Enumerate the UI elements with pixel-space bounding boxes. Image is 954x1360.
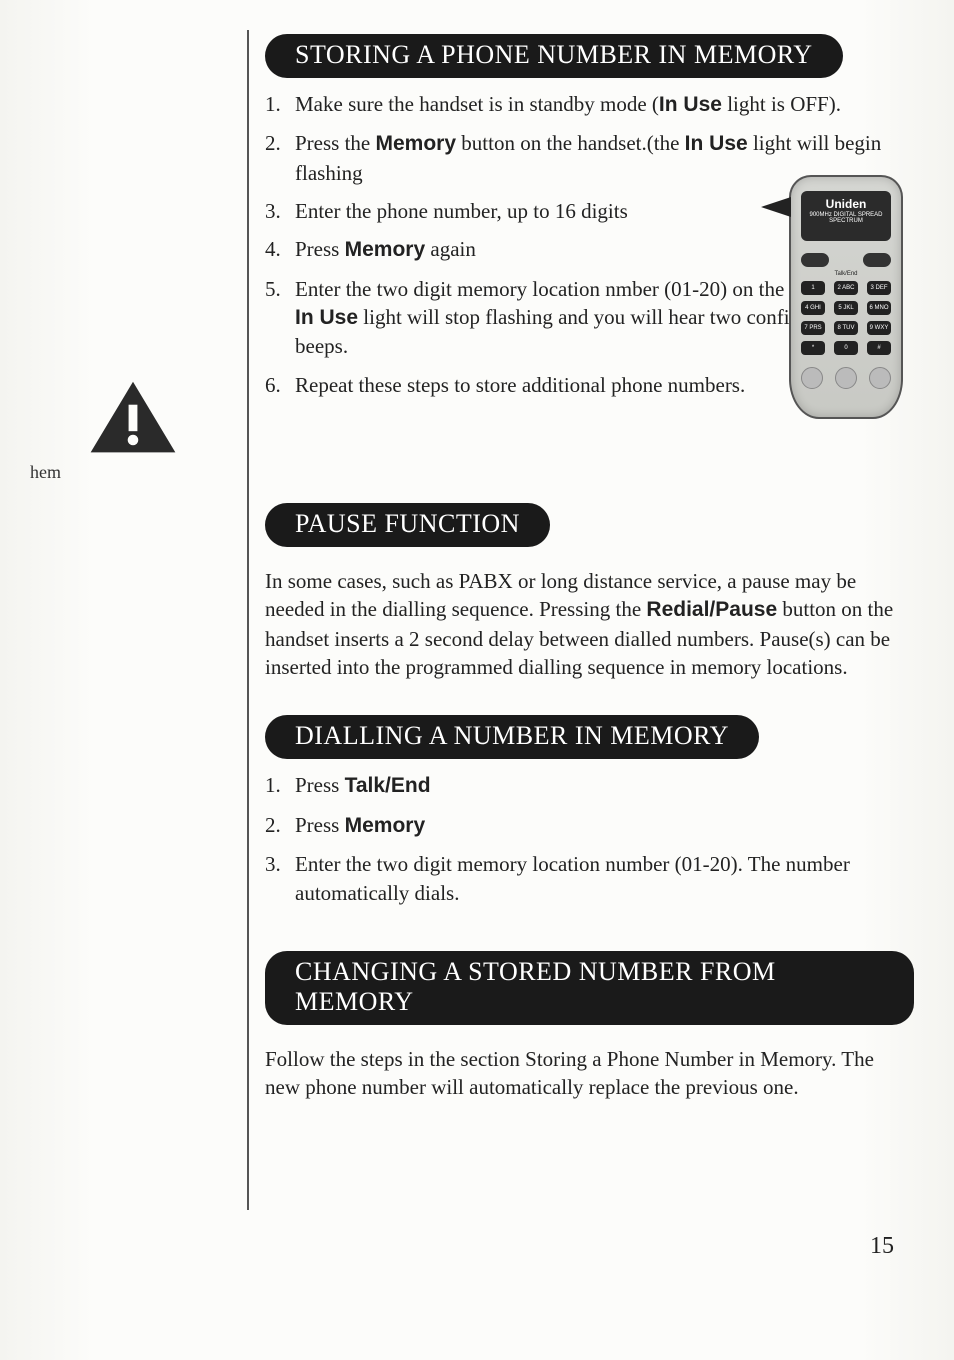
handset-illustration: Uniden 900MHz DIGITAL SPREAD SPECTRUM Ta…: [789, 175, 924, 425]
manual-page: hem STORING A PHONE NUMBER IN MEMORY 1.M…: [0, 0, 954, 1360]
item-text: Press Talk/End: [295, 771, 914, 800]
item-number: 6.: [265, 371, 295, 399]
main-column: STORING A PHONE NUMBER IN MEMORY 1.Make …: [261, 30, 914, 1210]
keypad-key: 9 WXY: [867, 321, 891, 335]
item-number: 5.: [265, 275, 295, 361]
list-item: 2.Press Memory: [265, 811, 914, 840]
heading-storing: STORING A PHONE NUMBER IN MEMORY: [265, 34, 843, 78]
content-columns: hem STORING A PHONE NUMBER IN MEMORY 1.M…: [30, 30, 914, 1210]
keypad-key: 6 MNO: [867, 301, 891, 315]
handset-nav-button: [863, 253, 891, 267]
handset-round-button: [801, 367, 823, 389]
dialling-steps: 1.Press Talk/End2.Press Memory3.Enter th…: [265, 771, 914, 906]
item-number: 1.: [265, 771, 295, 800]
keypad-row: * 0 #: [801, 341, 891, 355]
keypad-key: 0: [834, 341, 858, 355]
page-number: 15: [870, 1233, 894, 1260]
item-number: 1.: [265, 90, 295, 119]
item-number: 3.: [265, 850, 295, 907]
item-number: 3.: [265, 197, 295, 225]
handset-brand: Uniden: [826, 197, 867, 211]
item-number: 4.: [265, 235, 295, 264]
keypad-key: 5 JKL: [834, 301, 858, 315]
keypad-key: 4 GHI: [801, 301, 825, 315]
item-number: 2.: [265, 129, 295, 187]
handset-nav-button: [801, 253, 829, 267]
keypad-row: 1 2 ABC 3 DEF: [801, 281, 891, 295]
keypad-key: 1: [801, 281, 825, 295]
pause-body: In some cases, such as PABX or long dist…: [265, 567, 914, 681]
handset-subtitle: 900MHz DIGITAL SPREAD SPECTRUM: [801, 212, 891, 224]
keypad-key: 3 DEF: [867, 281, 891, 295]
talk-end-label: Talk/End: [791, 271, 901, 277]
keypad-key: #: [867, 341, 891, 355]
keypad-key: *: [801, 341, 825, 355]
handset-round-button: [835, 367, 857, 389]
warning-icon: [88, 380, 178, 455]
pointer-arrow-icon: [761, 197, 791, 217]
column-divider: [247, 30, 249, 1210]
keypad-key: 2 ABC: [834, 281, 858, 295]
list-item: 3.Enter the two digit memory location nu…: [265, 850, 914, 907]
item-text: Make sure the handset is in standby mode…: [295, 90, 914, 119]
item-text: Enter the two digit memory location numb…: [295, 850, 914, 907]
keypad-key: 8 TUV: [834, 321, 858, 335]
handset-round-button: [869, 367, 891, 389]
list-item: 1.Press Talk/End: [265, 771, 914, 800]
heading-dialling: DIALLING A NUMBER IN MEMORY: [265, 715, 759, 759]
heading-pause: PAUSE FUNCTION: [265, 503, 550, 547]
keypad-row: 7 PRS 8 TUV 9 WXY: [801, 321, 891, 335]
keypad-row: 4 GHI 5 JKL 6 MNO: [801, 301, 891, 315]
heading-changing: CHANGING A STORED NUMBER FROM MEMORY: [265, 951, 914, 1025]
sidebar: hem: [30, 30, 243, 1210]
item-number: 2.: [265, 811, 295, 840]
list-item: 1.Make sure the handset is in standby mo…: [265, 90, 914, 119]
keypad-key: 7 PRS: [801, 321, 825, 335]
changing-body: Follow the steps in the section Storing …: [265, 1045, 914, 1102]
handset-screen: Uniden 900MHz DIGITAL SPREAD SPECTRUM: [801, 191, 891, 241]
sidebar-note: hem: [30, 461, 235, 484]
item-text: Press Memory: [295, 811, 914, 840]
